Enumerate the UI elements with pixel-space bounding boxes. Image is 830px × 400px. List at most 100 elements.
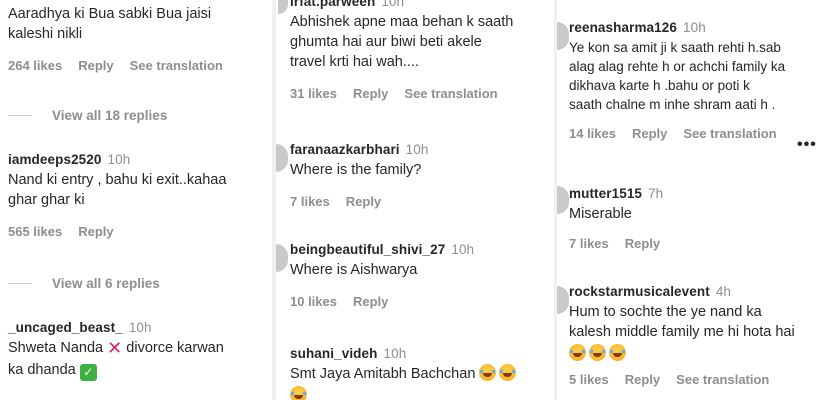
comment-text: Where is Aishwarya [290,262,418,278]
comment-meta: 565 likes Reply [8,224,270,239]
comment-meta: 31 likes Reply See translation [290,86,552,101]
comment-header: suhani_videh 10h [290,346,552,361]
view-replies-label: View all 18 replies [52,108,168,123]
comment-text-line: kaleshi nikli [8,26,83,42]
comment-header: iamdeeps2520 10h [8,152,270,167]
reply-button[interactable]: Reply [353,294,388,309]
username[interactable]: _uncaged_beast_ [8,320,123,335]
comment-text-line: Ye kon sa amit ji k saath rehti h.sab [569,40,781,55]
comment-meta: 5 likes Reply See translation [569,372,830,387]
likes-count[interactable]: 5 likes [569,372,609,387]
reply-button[interactable]: Reply [78,58,113,73]
cross-mark-icon: ✕ [107,338,123,358]
comment: beingbeautiful_shivi_27 10h Where is Aish… [290,242,552,309]
reply-button[interactable]: Reply [625,236,660,251]
comment-text-line: ka dhanda ✓ [8,360,272,381]
comment-text-part: divorce karwan [126,340,224,356]
comment: mutter1515 7h Miserable 7 likes Reply [569,186,830,251]
avatar[interactable] [278,0,288,14]
comment-text: Miserable [569,206,632,222]
comment-text-line: Hum to sochte the ye nand ka [569,304,762,320]
comment: suhani_videh 10h Smt Jaya Amitabh Bachcha… [290,346,552,400]
username[interactable]: irfat.parween [290,0,375,9]
comment-meta: 7 likes Reply [569,236,830,251]
comment-text: Aaradhya ki Bua sabki Bua jaisi kaleshi … [8,4,270,44]
comment-text: Hum to sochte the ye nand ka kalesh midd… [569,302,830,364]
see-translation-button[interactable]: See translation [676,372,769,387]
comment-meta: 264 likes Reply See translation [8,58,270,73]
comment-text: Abhishek apne maa behan k saath ghumta h… [290,12,552,72]
timestamp: 10h [451,242,475,257]
view-replies-button[interactable]: View all 18 replies [8,108,167,123]
avatar[interactable] [557,186,569,214]
laughing-emoji-icon [589,344,606,361]
avatar[interactable] [557,286,569,314]
timestamp: 4h [715,284,732,299]
more-options-icon[interactable]: ••• [797,136,817,154]
avatar[interactable] [557,22,569,50]
likes-count[interactable]: 10 likes [290,294,337,309]
username[interactable]: mutter1515 [569,186,642,201]
check-mark-icon: ✓ [79,364,97,381]
likes-count[interactable]: 7 likes [569,236,609,251]
timestamp: 10h [107,152,131,167]
username[interactable]: reenasharma126 [569,20,677,35]
comments-column-2: irfat.parween 10h Abhishek apne maa behan… [276,0,554,400]
comment-meta: 14 likes Reply See translation [569,126,830,141]
comment-text: Nand ki entry , bahu ki exit..kahaa ghar… [8,170,270,210]
reply-button[interactable]: Reply [625,372,660,387]
comment-text-line: Aaradhya ki Bua sabki Bua jaisi [8,6,212,22]
likes-count[interactable]: 565 likes [8,224,62,239]
avatar[interactable] [276,144,288,172]
laughing-emoji-icon [569,344,586,361]
comment-text-part: ka dhanda [8,362,76,378]
comment: faranaazkarbhari 10h Where is the family?… [290,142,552,209]
see-translation-button[interactable]: See translation [130,58,223,73]
comment-text: Where is the family? [290,162,422,178]
reply-button[interactable]: Reply [346,194,381,209]
username[interactable]: suhani_videh [290,346,377,361]
comment-text-line: ghumta hai aur biwi beti akele [290,34,482,50]
reply-button[interactable]: Reply [632,126,667,141]
likes-count[interactable]: 264 likes [8,58,62,73]
comment: _uncaged_beast_ 10h Shweta Nanda ✕ divorc… [8,320,272,381]
username[interactable]: iamdeeps2520 [8,152,102,167]
laughing-emoji-icon [479,364,497,381]
timestamp: 7h [648,186,664,201]
comment-meta: 7 likes Reply [290,194,552,209]
comment-text-line: ghar ghar ki [8,192,85,208]
timestamp: 10h [128,320,152,335]
comment-text-line: Nand ki entry , bahu ki exit..kahaa [8,172,227,188]
comment-text-line: Abhishek apne maa behan k saath [290,14,514,30]
comment-text-line: alag alag rehte h or achchi family ka [569,59,786,74]
comment: irfat.parween 10h Abhishek apne maa behan… [290,0,552,101]
comments-column-1: Aaradhya ki Bua sabki Bua jaisi kaleshi … [0,0,272,400]
see-translation-button[interactable]: See translation [404,86,497,101]
likes-count[interactable]: 7 likes [290,194,330,209]
comment-meta: 10 likes Reply [290,294,552,309]
comment: iamdeeps2520 10h Nand ki entry , bahu ki … [8,152,270,239]
comment-header: rockstarmusicalevent 4h [569,284,830,299]
reply-button[interactable]: Reply [353,86,388,101]
likes-count[interactable]: 14 likes [569,126,616,141]
comment-text: Smt Jaya Amitabh Bachchan [290,364,552,384]
comments-column-3: reenasharma126 10h Ye kon sa amit ji k sa… [557,0,830,400]
comment-text-line: saath chalne m inhe shram aati h . [569,97,776,112]
timestamp: 10h [383,346,407,361]
laughing-emoji-icon [290,386,307,400]
likes-count[interactable]: 31 likes [290,86,337,101]
reply-button[interactable]: Reply [78,224,113,239]
timestamp: 10h [381,0,405,9]
view-replies-button[interactable]: View all 6 replies [8,276,160,291]
replies-line [8,115,32,116]
comment-header: _uncaged_beast_ 10h [8,320,272,335]
comment-header: beingbeautiful_shivi_27 10h [290,242,552,257]
username[interactable]: rockstarmusicalevent [569,284,710,299]
comment-text-part: Smt Jaya Amitabh Bachchan [290,366,476,382]
see-translation-button[interactable]: See translation [683,126,776,141]
timestamp: 10h [405,142,429,157]
username[interactable]: faranaazkarbhari [290,142,400,157]
comment-text: Shweta Nanda ✕ divorce karwan ka dhanda … [8,338,272,381]
avatar[interactable] [276,244,288,272]
username[interactable]: beingbeautiful_shivi_27 [290,242,445,257]
